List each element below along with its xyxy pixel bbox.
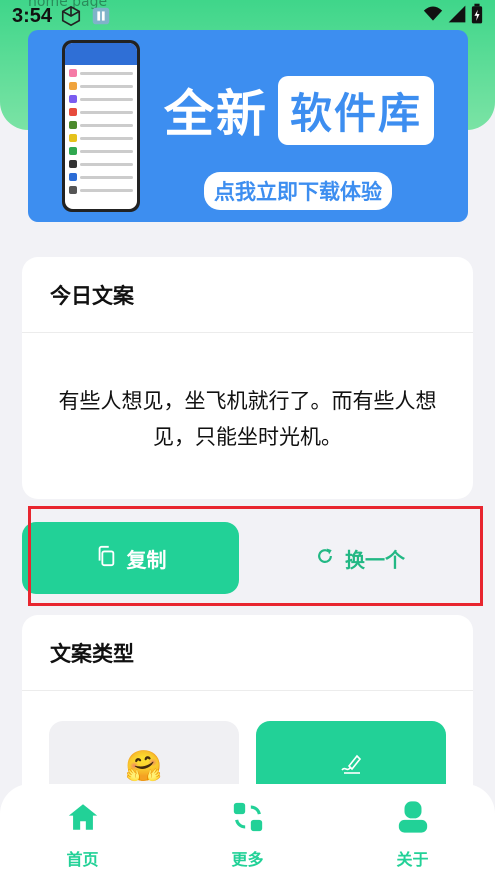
tab-more[interactable]: 更多 — [198, 800, 298, 870]
signal-icon — [447, 4, 467, 29]
types-card-title: 文案类型 — [22, 615, 473, 691]
tab-home-label: 首页 — [66, 850, 99, 869]
wifi-icon — [423, 4, 443, 29]
tab-about[interactable]: 关于 — [363, 800, 463, 870]
home-icon — [66, 800, 100, 838]
banner-download-cta[interactable]: 点我立即下载体验 — [204, 172, 392, 210]
apps-swap-icon — [231, 800, 265, 838]
banner-title-library: 软件库 — [278, 75, 435, 145]
cube-icon — [60, 5, 82, 27]
app-notification-icon — [90, 5, 112, 27]
banner-title-new: 全新 — [164, 85, 268, 143]
status-right-icons — [423, 3, 483, 30]
tab-about-label: 关于 — [396, 850, 429, 869]
today-copy-card: 今日文案 有些人想见，坐飞机就行了。而有些人想见，只能坐时光机。 — [22, 257, 473, 499]
writing-hand-icon — [339, 749, 363, 784]
tab-more-label: 更多 — [231, 850, 264, 869]
battery-icon — [471, 3, 483, 30]
today-quote-text: 有些人想见，坐飞机就行了。而有些人想见，只能坐时光机。 — [58, 389, 437, 449]
bottom-tab-bar: 首页 更多 关于 — [0, 784, 495, 880]
status-bar: 3:54 — [0, 0, 495, 32]
today-card-title: 今日文案 — [22, 257, 473, 333]
promo-banner[interactable]: 全新 软件库 点我立即下载体验 — [28, 30, 468, 222]
status-time: 3:54 — [12, 4, 53, 27]
phone-mockup-image — [62, 40, 140, 212]
tab-home[interactable]: 首页 — [33, 800, 133, 870]
user-icon — [396, 800, 430, 838]
banner-title: 全新 软件库 — [164, 74, 435, 146]
highlight-annotation-box — [28, 506, 483, 606]
hugging-face-icon: 🤗 — [125, 748, 163, 784]
